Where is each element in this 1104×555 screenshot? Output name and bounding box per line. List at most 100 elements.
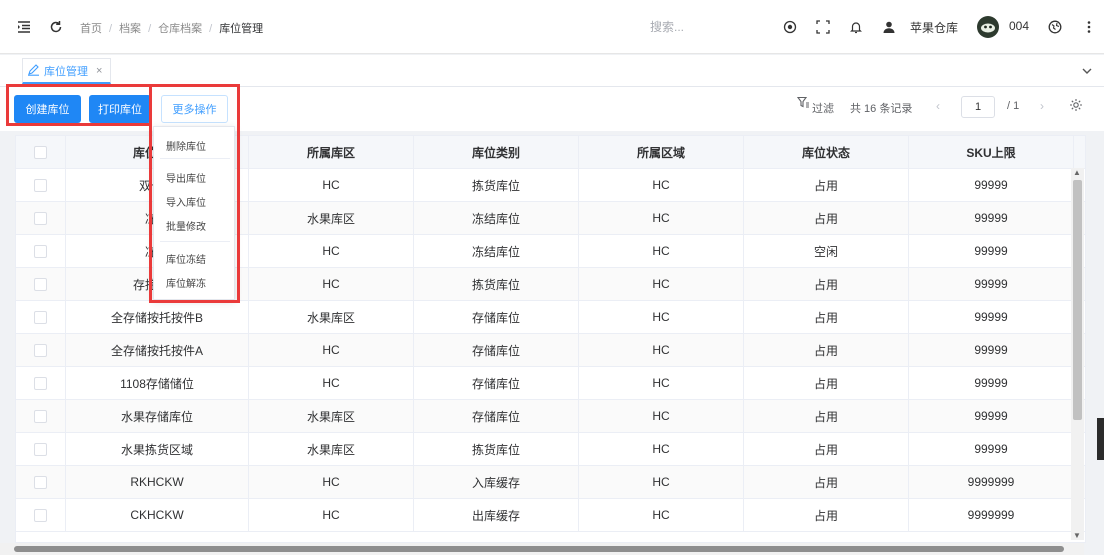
col-status[interactable]: 库位状态	[744, 136, 909, 168]
row-checkbox[interactable]	[34, 508, 47, 522]
filter-label[interactable]: 过滤	[812, 100, 834, 116]
cell-location-type: 存储库位	[414, 301, 579, 333]
cell-location-type: 存储库位	[414, 400, 579, 432]
menu-fold-icon[interactable]	[14, 17, 34, 37]
table-row[interactable]: 1108存储储位 HC 存储库位 HC 占用 99999	[16, 367, 1085, 400]
col-sku-limit[interactable]: SKU上限	[909, 136, 1074, 168]
row-select-cell	[16, 400, 66, 432]
tab-label: 库位管理	[44, 65, 88, 78]
row-select-cell	[16, 268, 66, 300]
cell-status: 占用	[744, 367, 909, 399]
globe-icon[interactable]	[1045, 17, 1065, 37]
cell-location-type: 拣货库位	[414, 169, 579, 201]
table-row[interactable]: 全存储按托按件B 水果库区 存储库位 HC 占用 99999	[16, 301, 1085, 334]
cell-area: HC	[579, 169, 744, 201]
row-checkbox[interactable]	[34, 409, 47, 423]
table-row[interactable]: 水果存储库位 水果库区 存储库位 HC 占用 99999	[16, 400, 1085, 433]
cell-sku-limit: 99999	[909, 367, 1074, 399]
cell-status: 占用	[744, 466, 909, 498]
row-select-cell	[16, 466, 66, 498]
cell-area: HC	[579, 499, 744, 531]
row-checkbox[interactable]	[34, 475, 47, 489]
cell-zone: 水果库区	[249, 301, 414, 333]
cell-zone: HC	[249, 235, 414, 267]
row-select-cell	[16, 169, 66, 201]
cell-zone: 水果库区	[249, 433, 414, 465]
row-checkbox[interactable]	[34, 310, 47, 324]
cell-location-name: 水果存储库位	[66, 400, 249, 432]
cell-location-name: 全存储按托按件B	[66, 301, 249, 333]
cell-status: 占用	[744, 433, 909, 465]
col-zone[interactable]: 所属库区	[249, 136, 414, 168]
cell-sku-limit: 99999	[909, 400, 1074, 432]
cell-location-name: 1108存储储位	[66, 367, 249, 399]
bell-icon[interactable]	[846, 17, 866, 37]
settings-icon[interactable]	[1069, 98, 1083, 115]
cell-location-type: 冻结库位	[414, 235, 579, 267]
record-icon[interactable]	[780, 17, 800, 37]
row-select-cell	[16, 235, 66, 267]
cell-location-type: 存储库位	[414, 367, 579, 399]
table-row[interactable]: RKHCKW HC 入库缓存 HC 占用 9999999	[16, 466, 1085, 499]
cell-sku-limit: 99999	[909, 235, 1074, 267]
cell-sku-limit: 99999	[909, 301, 1074, 333]
user-name[interactable]: 004	[1009, 19, 1029, 33]
row-checkbox[interactable]	[34, 178, 47, 192]
avatar[interactable]	[977, 16, 999, 38]
breadcrumb-archive[interactable]: 档案	[119, 23, 141, 35]
col-location-type[interactable]: 库位类别	[414, 136, 579, 168]
cell-sku-limit: 99999	[909, 202, 1074, 234]
breadcrumb-warehouse-archive[interactable]: 仓库档案	[158, 23, 202, 35]
cell-area: HC	[579, 433, 744, 465]
page-total: / 1	[1007, 100, 1020, 112]
table-row[interactable]: 全存储按托按件A HC 存储库位 HC 占用 99999	[16, 334, 1085, 367]
cell-zone: HC	[249, 499, 414, 531]
cell-status: 占用	[744, 202, 909, 234]
page-number-input[interactable]: 1	[961, 96, 995, 118]
cell-sku-limit: 99999	[909, 169, 1074, 201]
select-all-checkbox[interactable]	[34, 145, 47, 159]
cell-status: 占用	[744, 169, 909, 201]
row-checkbox[interactable]	[34, 277, 47, 291]
cell-area: HC	[579, 235, 744, 267]
next-page-button[interactable]: ›	[1040, 99, 1044, 113]
chevron-down-icon[interactable]	[1082, 64, 1092, 78]
more-vertical-icon[interactable]	[1079, 17, 1099, 37]
cell-status: 占用	[744, 334, 909, 366]
table-row[interactable]: 水果拣货区域 水果库区 拣货库位 HC 占用 99999	[16, 433, 1085, 466]
scroll-down-icon[interactable]: ▼	[1073, 531, 1081, 540]
search-input[interactable]: 搜索...	[650, 18, 684, 35]
row-checkbox[interactable]	[34, 211, 47, 225]
cell-location-type: 拣货库位	[414, 268, 579, 300]
cell-location-name: 全存储按托按件A	[66, 334, 249, 366]
user-icon[interactable]	[879, 17, 899, 37]
scrollbar-thumb[interactable]	[1073, 180, 1082, 420]
row-checkbox[interactable]	[34, 376, 47, 390]
cell-status: 占用	[744, 499, 909, 531]
vertical-scrollbar[interactable]: ▲ ▼	[1071, 168, 1084, 540]
cell-area: HC	[579, 466, 744, 498]
tab-location-management[interactable]: 库位管理 ×	[22, 58, 112, 84]
fullscreen-icon[interactable]	[813, 17, 833, 37]
horizontal-scrollbar-thumb[interactable]	[14, 546, 1064, 552]
close-icon[interactable]: ×	[96, 65, 102, 77]
row-checkbox[interactable]	[34, 442, 47, 456]
tab-bar: 库位管理 ×	[0, 55, 1104, 87]
cell-status: 空闲	[744, 235, 909, 267]
row-select-cell	[16, 301, 66, 333]
table-row[interactable]: CKHCKW HC 出库缓存 HC 占用 9999999	[16, 499, 1085, 532]
refresh-icon[interactable]	[46, 17, 66, 37]
filter-icon[interactable]	[796, 96, 810, 112]
row-checkbox[interactable]	[34, 343, 47, 357]
warehouse-name[interactable]: 苹果仓库	[910, 19, 958, 36]
horizontal-scrollbar[interactable]	[0, 543, 1084, 555]
cell-zone: HC	[249, 466, 414, 498]
cell-status: 占用	[744, 268, 909, 300]
scroll-up-icon[interactable]: ▲	[1073, 168, 1081, 177]
cell-sku-limit: 99999	[909, 433, 1074, 465]
col-area[interactable]: 所属区域	[579, 136, 744, 168]
prev-page-button[interactable]: ‹	[936, 99, 940, 113]
breadcrumb-home[interactable]: 首页	[80, 23, 102, 35]
row-checkbox[interactable]	[34, 244, 47, 258]
cell-location-name: 水果拣货区域	[66, 433, 249, 465]
